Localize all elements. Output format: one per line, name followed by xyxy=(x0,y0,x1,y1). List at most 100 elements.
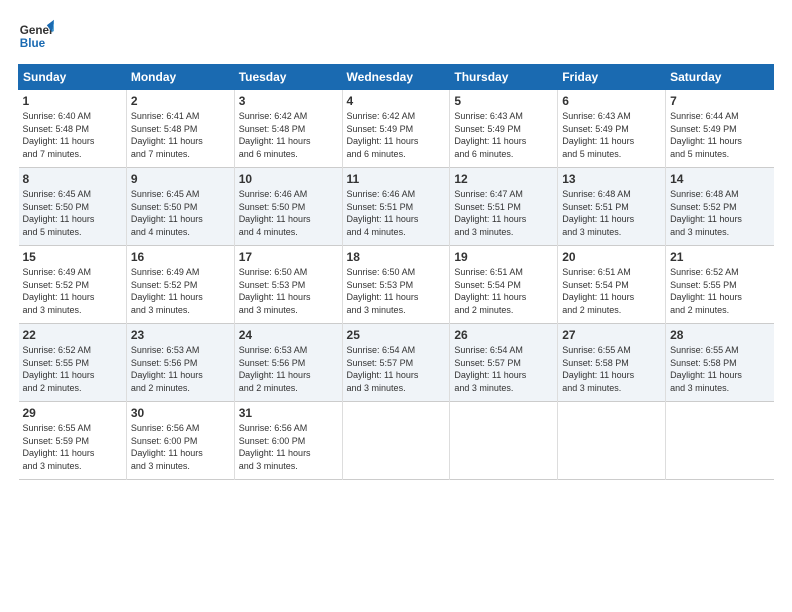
day-cell: 31 Sunrise: 6:56 AM Sunset: 6:00 PM Dayli… xyxy=(234,402,342,480)
day-number: 13 xyxy=(562,172,661,186)
day-cell: 27 Sunrise: 6:55 AM Sunset: 5:58 PM Dayli… xyxy=(558,324,666,402)
day-cell xyxy=(342,402,450,480)
day-cell: 8 Sunrise: 6:45 AM Sunset: 5:50 PM Daylig… xyxy=(19,168,127,246)
day-info: Sunrise: 6:42 AM Sunset: 5:49 PM Dayligh… xyxy=(347,110,446,160)
day-info: Sunrise: 6:50 AM Sunset: 5:53 PM Dayligh… xyxy=(239,266,338,316)
day-number: 1 xyxy=(23,94,122,108)
day-number: 20 xyxy=(562,250,661,264)
day-number: 8 xyxy=(23,172,122,186)
day-number: 29 xyxy=(23,406,122,420)
week-row-4: 22 Sunrise: 6:52 AM Sunset: 5:55 PM Dayli… xyxy=(19,324,774,402)
day-cell: 18 Sunrise: 6:50 AM Sunset: 5:53 PM Dayli… xyxy=(342,246,450,324)
col-header-friday: Friday xyxy=(558,65,666,90)
day-cell: 1 Sunrise: 6:40 AM Sunset: 5:48 PM Daylig… xyxy=(19,90,127,168)
day-info: Sunrise: 6:54 AM Sunset: 5:57 PM Dayligh… xyxy=(347,344,446,394)
day-number: 26 xyxy=(454,328,553,342)
day-cell: 4 Sunrise: 6:42 AM Sunset: 5:49 PM Daylig… xyxy=(342,90,450,168)
day-cell: 30Sunrise: 6:56 AM Sunset: 6:00 PM Dayli… xyxy=(126,402,234,480)
day-number: 3 xyxy=(239,94,338,108)
day-number: 18 xyxy=(347,250,446,264)
day-info: Sunrise: 6:48 AM Sunset: 5:51 PM Dayligh… xyxy=(562,188,661,238)
day-info: Sunrise: 6:45 AM Sunset: 5:50 PM Dayligh… xyxy=(131,188,230,238)
day-info: Sunrise: 6:44 AM Sunset: 5:49 PM Dayligh… xyxy=(670,110,769,160)
day-info: Sunrise: 6:40 AM Sunset: 5:48 PM Dayligh… xyxy=(23,110,122,160)
day-info: Sunrise: 6:56 AM Sunset: 6:00 PM Dayligh… xyxy=(239,422,338,472)
logo-icon: General Blue xyxy=(18,18,54,54)
day-info: Sunrise: 6:50 AM Sunset: 5:53 PM Dayligh… xyxy=(347,266,446,316)
day-number: 25 xyxy=(347,328,446,342)
day-info: Sunrise: 6:47 AM Sunset: 5:51 PM Dayligh… xyxy=(454,188,553,238)
day-info: Sunrise: 6:48 AM Sunset: 5:52 PM Dayligh… xyxy=(670,188,769,238)
day-info: Sunrise: 6:51 AM Sunset: 5:54 PM Dayligh… xyxy=(454,266,553,316)
day-number: 28 xyxy=(670,328,769,342)
day-number: 7 xyxy=(670,94,769,108)
day-info: Sunrise: 6:54 AM Sunset: 5:57 PM Dayligh… xyxy=(454,344,553,394)
day-number: 11 xyxy=(347,172,446,186)
day-cell: 25 Sunrise: 6:54 AM Sunset: 5:57 PM Dayli… xyxy=(342,324,450,402)
day-cell xyxy=(666,402,774,480)
day-info: Sunrise: 6:53 AM Sunset: 5:56 PM Dayligh… xyxy=(131,344,230,394)
day-info: Sunrise: 6:55 AM Sunset: 5:58 PM Dayligh… xyxy=(562,344,661,394)
day-cell: 28Sunrise: 6:55 AM Sunset: 5:58 PM Dayli… xyxy=(666,324,774,402)
day-number: 21 xyxy=(670,250,769,264)
day-cell: 10 Sunrise: 6:46 AM Sunset: 5:50 PM Dayli… xyxy=(234,168,342,246)
col-header-monday: Monday xyxy=(126,65,234,90)
page: General Blue SundayMondayTuesdayWednesda… xyxy=(0,0,792,612)
day-number: 4 xyxy=(347,94,446,108)
day-number: 30 xyxy=(131,406,230,420)
day-number: 17 xyxy=(239,250,338,264)
day-cell: 7 Sunrise: 6:44 AM Sunset: 5:49 PM Daylig… xyxy=(666,90,774,168)
day-number: 27 xyxy=(562,328,661,342)
day-info: Sunrise: 6:55 AM Sunset: 5:59 PM Dayligh… xyxy=(23,422,122,472)
calendar-table: SundayMondayTuesdayWednesdayThursdayFrid… xyxy=(18,64,774,480)
day-cell: 6 Sunrise: 6:43 AM Sunset: 5:49 PM Daylig… xyxy=(558,90,666,168)
logo: General Blue xyxy=(18,18,58,54)
day-info: Sunrise: 6:42 AM Sunset: 5:48 PM Dayligh… xyxy=(239,110,338,160)
day-cell: 12 Sunrise: 6:47 AM Sunset: 5:51 PM Dayli… xyxy=(450,168,558,246)
day-number: 23 xyxy=(131,328,230,342)
day-cell: 16Sunrise: 6:49 AM Sunset: 5:52 PM Dayli… xyxy=(126,246,234,324)
day-cell: 22 Sunrise: 6:52 AM Sunset: 5:55 PM Dayli… xyxy=(19,324,127,402)
day-cell: 17 Sunrise: 6:50 AM Sunset: 5:53 PM Dayli… xyxy=(234,246,342,324)
day-info: Sunrise: 6:53 AM Sunset: 5:56 PM Dayligh… xyxy=(239,344,338,394)
day-info: Sunrise: 6:45 AM Sunset: 5:50 PM Dayligh… xyxy=(23,188,122,238)
day-number: 14 xyxy=(670,172,769,186)
day-number: 10 xyxy=(239,172,338,186)
day-number: 15 xyxy=(23,250,122,264)
day-info: Sunrise: 6:41 AM Sunset: 5:48 PM Dayligh… xyxy=(131,110,230,160)
day-info: Sunrise: 6:43 AM Sunset: 5:49 PM Dayligh… xyxy=(562,110,661,160)
day-number: 31 xyxy=(239,406,338,420)
col-header-saturday: Saturday xyxy=(666,65,774,90)
day-info: Sunrise: 6:52 AM Sunset: 5:55 PM Dayligh… xyxy=(670,266,769,316)
day-cell: 21 Sunrise: 6:52 AM Sunset: 5:55 PM Dayli… xyxy=(666,246,774,324)
day-info: Sunrise: 6:52 AM Sunset: 5:55 PM Dayligh… xyxy=(23,344,122,394)
svg-text:Blue: Blue xyxy=(20,37,46,50)
day-cell: 14 Sunrise: 6:48 AM Sunset: 5:52 PM Dayli… xyxy=(666,168,774,246)
day-cell: 2 Sunrise: 6:41 AM Sunset: 5:48 PM Daylig… xyxy=(126,90,234,168)
day-cell: 5 Sunrise: 6:43 AM Sunset: 5:49 PM Daylig… xyxy=(450,90,558,168)
day-info: Sunrise: 6:49 AM Sunset: 5:52 PM Dayligh… xyxy=(23,266,122,316)
col-header-sunday: Sunday xyxy=(19,65,127,90)
col-header-thursday: Thursday xyxy=(450,65,558,90)
day-info: Sunrise: 6:46 AM Sunset: 5:50 PM Dayligh… xyxy=(239,188,338,238)
day-info: Sunrise: 6:43 AM Sunset: 5:49 PM Dayligh… xyxy=(454,110,553,160)
day-number: 2 xyxy=(131,94,230,108)
week-row-1: 1 Sunrise: 6:40 AM Sunset: 5:48 PM Daylig… xyxy=(19,90,774,168)
day-cell: 20 Sunrise: 6:51 AM Sunset: 5:54 PM Dayli… xyxy=(558,246,666,324)
header-row: SundayMondayTuesdayWednesdayThursdayFrid… xyxy=(19,65,774,90)
day-cell: 3 Sunrise: 6:42 AM Sunset: 5:48 PM Daylig… xyxy=(234,90,342,168)
day-info: Sunrise: 6:51 AM Sunset: 5:54 PM Dayligh… xyxy=(562,266,661,316)
header: General Blue xyxy=(18,18,774,54)
week-row-2: 8 Sunrise: 6:45 AM Sunset: 5:50 PM Daylig… xyxy=(19,168,774,246)
day-number: 9 xyxy=(131,172,230,186)
day-info: Sunrise: 6:49 AM Sunset: 5:52 PM Dayligh… xyxy=(131,266,230,316)
day-cell: 11Sunrise: 6:46 AM Sunset: 5:51 PM Dayli… xyxy=(342,168,450,246)
day-number: 22 xyxy=(23,328,122,342)
day-number: 12 xyxy=(454,172,553,186)
day-cell: 24 Sunrise: 6:53 AM Sunset: 5:56 PM Dayli… xyxy=(234,324,342,402)
day-cell: 15 Sunrise: 6:49 AM Sunset: 5:52 PM Dayli… xyxy=(19,246,127,324)
col-header-tuesday: Tuesday xyxy=(234,65,342,90)
day-number: 5 xyxy=(454,94,553,108)
day-number: 6 xyxy=(562,94,661,108)
day-number: 24 xyxy=(239,328,338,342)
